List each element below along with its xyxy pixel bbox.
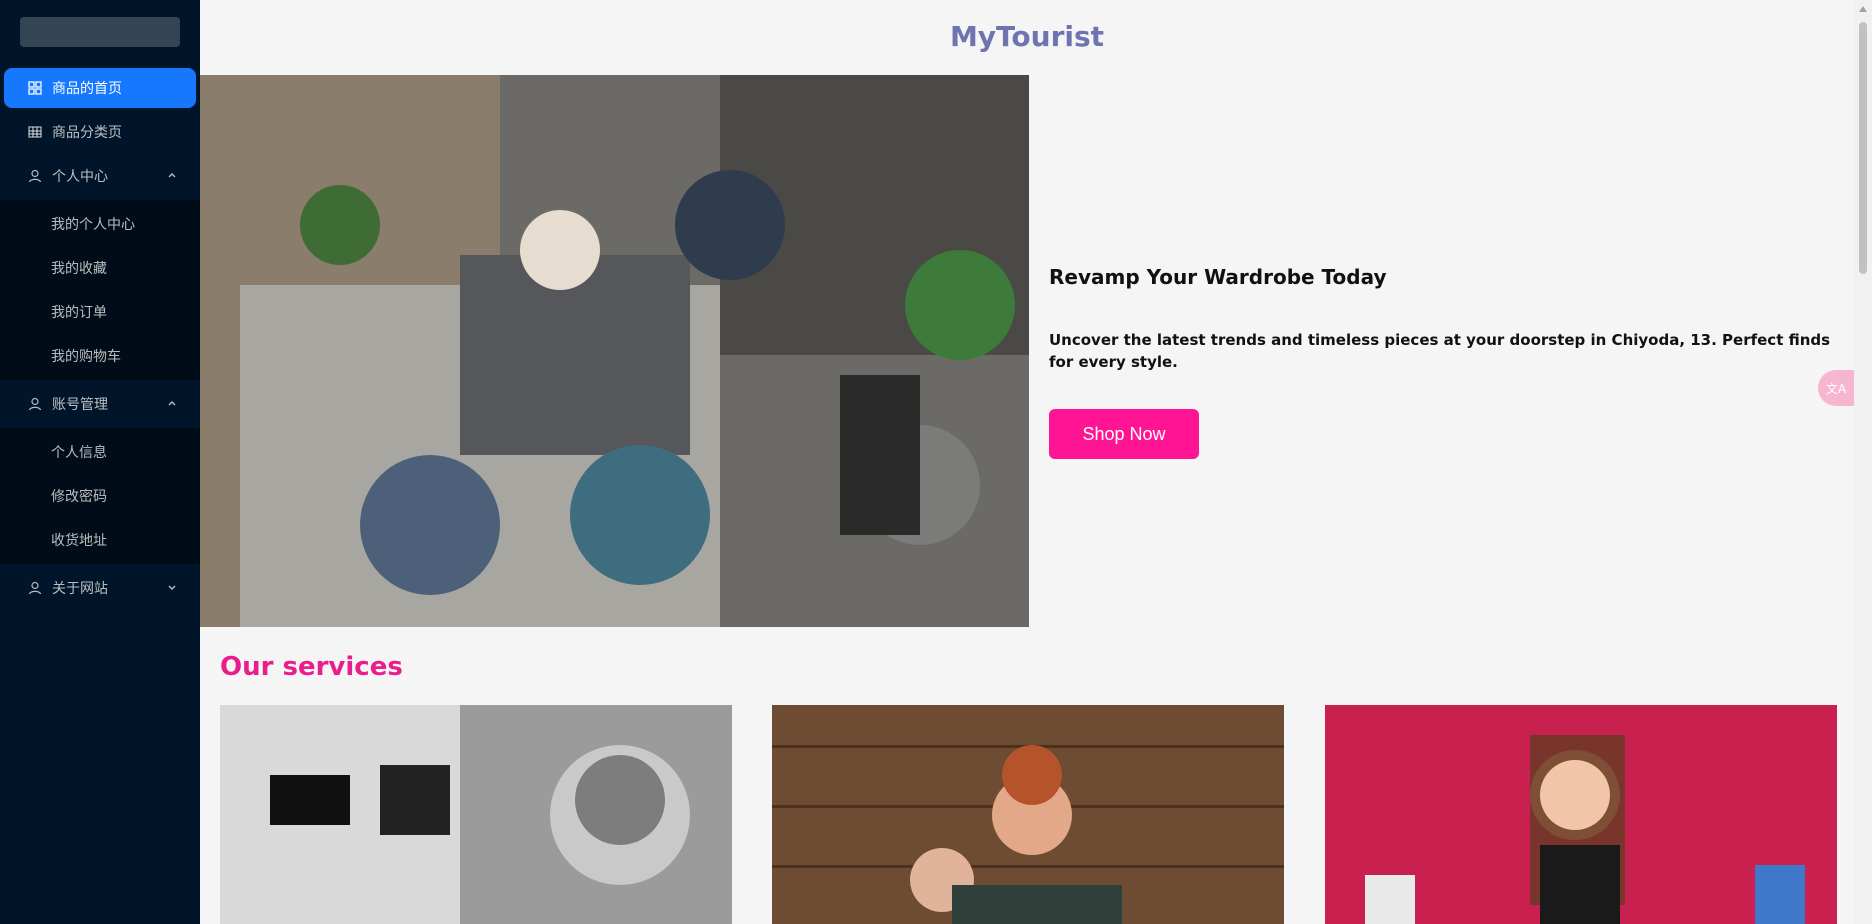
- sidebar-subitem-orders[interactable]: 我的订单: [4, 292, 196, 332]
- sidebar: 商品的首页 商品分类页 个人中心 我的个人中心 我的收藏 我的订单 我的购物车: [0, 0, 200, 924]
- sidebar-subitem-label: 收货地址: [51, 533, 107, 549]
- main-content: MyTourist Revamp Your Wardrobe Today Unc…: [200, 0, 1854, 924]
- sidebar-subitem-cart[interactable]: 我的购物车: [4, 336, 196, 376]
- vertical-scrollbar[interactable]: [1854, 0, 1872, 924]
- sidebar-menu: 商品的首页 商品分类页 个人中心 我的个人中心 我的收藏 我的订单 我的购物车: [0, 68, 200, 612]
- grid-icon: [28, 81, 42, 95]
- brand-title: MyTourist: [949, 20, 1105, 53]
- service-image-shopping-woman: [1325, 705, 1837, 924]
- sidebar-item-label: 商品的首页: [52, 81, 122, 97]
- sidebar-subitem-label: 我的订单: [51, 305, 107, 321]
- hero-title: Revamp Your Wardrobe Today: [1049, 265, 1387, 289]
- table-icon: [28, 125, 42, 139]
- hero-text-block: Revamp Your Wardrobe Today Uncover the l…: [1049, 265, 1839, 459]
- sidebar-subitem-my-center[interactable]: 我的个人中心: [4, 204, 196, 244]
- sidebar-item-label: 账号管理: [52, 397, 108, 413]
- chevron-up-icon: [166, 397, 178, 409]
- hero-description: Uncover the latest trends and timeless p…: [1049, 331, 1831, 371]
- service-image-handbags: [220, 705, 732, 924]
- submenu-account: 个人信息 修改密码 收货地址: [0, 428, 200, 564]
- chevron-down-icon: [166, 581, 178, 593]
- services-title: Our services: [220, 652, 403, 682]
- sidebar-subitem-label: 个人信息: [51, 445, 107, 461]
- logo-placeholder: [20, 17, 180, 47]
- sidebar-subitem-favorites[interactable]: 我的收藏: [4, 248, 196, 288]
- user-icon: [28, 581, 42, 595]
- sidebar-subitem-password[interactable]: 修改密码: [4, 476, 196, 516]
- sidebar-subitem-label: 我的购物车: [51, 349, 121, 365]
- sidebar-subitem-label: 修改密码: [51, 489, 107, 505]
- shop-now-button[interactable]: Shop Now: [1049, 409, 1199, 459]
- sidebar-item-home[interactable]: 商品的首页: [4, 68, 196, 108]
- sidebar-item-categories[interactable]: 商品分类页: [4, 112, 196, 152]
- sidebar-item-account[interactable]: 账号管理: [4, 384, 196, 424]
- sidebar-subitem-profile[interactable]: 个人信息: [4, 432, 196, 472]
- sidebar-item-personal-center[interactable]: 个人中心: [4, 156, 196, 196]
- hero-image-coffee-shop: [200, 75, 1029, 627]
- service-image-couple: [772, 705, 1284, 924]
- chevron-up-icon: [166, 169, 178, 181]
- translate-icon[interactable]: 文A: [1818, 370, 1854, 406]
- scroll-up-icon[interactable]: [1859, 6, 1867, 12]
- sidebar-item-label: 关于网站: [52, 581, 108, 597]
- user-icon: [28, 169, 42, 183]
- sidebar-item-label: 商品分类页: [52, 125, 122, 141]
- user-icon: [28, 397, 42, 411]
- scrollbar-thumb[interactable]: [1859, 22, 1867, 274]
- submenu-personal-center: 我的个人中心 我的收藏 我的订单 我的购物车: [0, 200, 200, 380]
- sidebar-subitem-address[interactable]: 收货地址: [4, 520, 196, 560]
- sidebar-item-about[interactable]: 关于网站: [4, 568, 196, 608]
- sidebar-item-label: 个人中心: [52, 169, 108, 185]
- sidebar-subitem-label: 我的收藏: [51, 261, 107, 277]
- sidebar-subitem-label: 我的个人中心: [51, 217, 135, 233]
